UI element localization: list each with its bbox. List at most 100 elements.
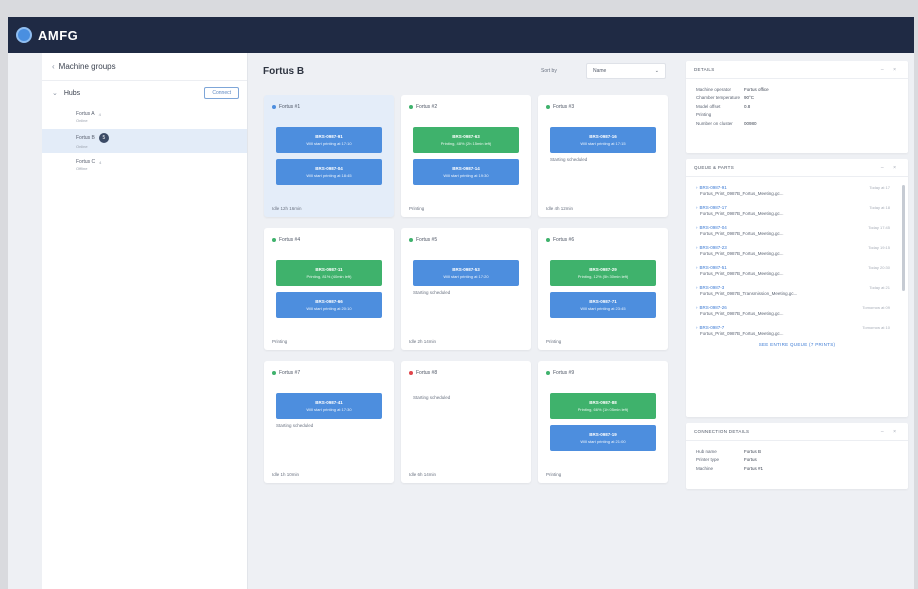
sort-label: Sort by xyxy=(541,68,557,74)
machine-card[interactable]: Fortus #6 BRS-0987-29 Printing, 12% (5h 30… xyxy=(538,228,668,350)
print-job-block[interactable]: BRS-0987-16 Will start printing at 17:15 xyxy=(550,127,656,153)
sidebar-item-status: Online xyxy=(76,118,88,123)
sidebar-header[interactable]: ‹ Machine groups xyxy=(42,53,247,81)
machine-card[interactable]: Fortus #1 BRS-0987-91 Will start printing … xyxy=(264,95,394,217)
sidebar-item-status: Online xyxy=(76,144,88,149)
queue-item-id[interactable]: BRS-0987-91 xyxy=(700,185,727,190)
machine-name: Fortus #9 xyxy=(553,370,575,376)
print-job-id: BRS-0987-11 xyxy=(315,267,343,272)
details-panel: DETAILS – × Machine operator Fortus offic… xyxy=(686,61,908,153)
queue-item[interactable]: › BRS-0987-91 Fortus_Print_0987B_Fortus_Me… xyxy=(686,180,908,200)
sort-select[interactable]: Name ⌄ xyxy=(586,63,666,79)
machine-name: Fortus #7 xyxy=(279,370,301,376)
queue-item-id[interactable]: BRS-0987-04 xyxy=(700,225,727,230)
queue-item[interactable]: › BRS-0987-17 Fortus_Print_0987B_Fortus_Me… xyxy=(686,200,908,220)
panel-header: CONNECTION DETAILS – × xyxy=(686,423,908,441)
print-job-block[interactable]: BRS-0987-53 Will start printing at 17:20 xyxy=(413,260,519,286)
chevron-right-icon[interactable]: › xyxy=(696,185,698,190)
queue-item-id[interactable]: BRS-0987-51 xyxy=(700,265,727,270)
print-job-block[interactable]: BRS-0987-66 Will start printing at 20:10 xyxy=(276,292,382,318)
queue-item-id[interactable]: BRS-0987-23 xyxy=(700,245,727,250)
queue-item-id[interactable]: BRS-0987-17 xyxy=(700,205,727,210)
print-job-status: Will start printing at 21:00 xyxy=(580,439,626,444)
print-job-block[interactable]: BRS-0987-29 Printing, 12% (5h 30min left) xyxy=(550,260,656,286)
print-job-block[interactable]: BRS-0987-71 Will start printing at 23:45 xyxy=(550,292,656,318)
chevron-right-icon[interactable]: › xyxy=(696,225,698,230)
queue-item[interactable]: › BRS-0987-26 Fortus_Print_0987B_Fortus_Me… xyxy=(686,300,908,320)
sidebar-item-fortus-b[interactable]: Fortus B 5 Online xyxy=(42,129,247,153)
sidebar-item-count: 4 xyxy=(98,111,101,117)
chevron-down-icon[interactable]: ⌄ xyxy=(52,90,58,97)
machine-card-footer: Idle 6h 14min xyxy=(409,472,437,477)
connect-button[interactable]: Connect xyxy=(204,87,239,99)
status-dot-icon xyxy=(409,371,413,375)
queue-scrollbar[interactable] xyxy=(902,185,905,291)
detail-row: Chamber temperature 90°C xyxy=(686,94,908,103)
sidebar-item-label-row: Fortus B 5 xyxy=(76,133,247,143)
machine-card-header: Fortus #9 xyxy=(546,370,574,376)
queue-item-id[interactable]: BRS-0987-26 xyxy=(700,305,727,310)
panel-title: DETAILS xyxy=(694,67,715,72)
queue-item-file: Fortus_Print_0987B_Fortus_Meeting.gc... xyxy=(700,250,784,256)
queue-item[interactable]: › BRS-0987-7 Fortus_Print_0987B_Fortus_Mee… xyxy=(686,320,908,340)
machine-card[interactable]: Fortus #5 BRS-0987-53 Will start printing … xyxy=(401,228,531,350)
detail-row: Number on cluster 00980 xyxy=(686,119,908,128)
chevron-right-icon[interactable]: › xyxy=(696,245,698,250)
print-job-block[interactable]: BRS-0987-41 Will start printing at 17:30 xyxy=(276,393,382,419)
connection-value: Fortus B xyxy=(744,448,762,454)
machine-card[interactable]: Fortus #4 BRS-0987-11 Printing, 81% (40min… xyxy=(264,228,394,350)
queue-item-file: Fortus_Print_0987B_Fortus_Meeting.gc... xyxy=(700,230,784,236)
machine-name: Fortus #8 xyxy=(416,370,438,376)
queue-item-id[interactable]: BRS-0987-7 xyxy=(700,325,725,330)
queue-item-id-row: › BRS-0987-17 xyxy=(696,205,894,210)
queue-item-id-row: › BRS-0987-23 xyxy=(696,245,894,250)
chevron-right-icon[interactable]: › xyxy=(696,305,698,310)
print-job-block[interactable]: BRS-0987-19 Will start printing at 21:00 xyxy=(550,425,656,451)
connection-row: Hub name Fortus B xyxy=(686,447,908,456)
machine-name: Fortus #2 xyxy=(416,104,438,110)
sidebar-title: Machine groups xyxy=(58,62,116,71)
print-job-block[interactable]: BRS-0987-11 Printing, 81% (40min left) xyxy=(276,260,382,286)
sidebar-item-fortus-c[interactable]: Fortus C 4 Offline xyxy=(42,153,247,177)
panel-controls-icon[interactable]: – × xyxy=(881,67,900,73)
queue-item[interactable]: › BRS-0987-23 Fortus_Print_0987B_Fortus_Me… xyxy=(686,240,908,260)
print-job-id: BRS-0987-19 xyxy=(589,432,617,437)
queue-item-id[interactable]: BRS-0987-3 xyxy=(700,285,725,290)
panel-controls-icon[interactable]: – × xyxy=(881,165,900,171)
sidebar-item-fortus-a[interactable]: Fortus A 4 Online xyxy=(42,105,247,129)
machine-card[interactable]: Fortus #3 BRS-0987-16 Will start printing … xyxy=(538,95,668,217)
print-job-status: Printing, 66% (1h 05min left) xyxy=(577,407,629,412)
queue-item[interactable]: › BRS-0987-3 Fortus_Print_0987B_Transmissi… xyxy=(686,280,908,300)
status-dot-icon xyxy=(272,371,276,375)
print-job-status: Printing, 48% (2h 15min left) xyxy=(440,141,492,146)
print-job-block[interactable]: BRS-0987-91 Will start printing at 17:10 xyxy=(276,127,382,153)
queue-item[interactable]: › BRS-0987-51 Fortus_Print_0987B_Fortus_Me… xyxy=(686,260,908,280)
print-job-block[interactable]: BRS-0987-04 Will start printing at 18:45 xyxy=(276,159,382,185)
machine-card[interactable]: Fortus #7 BRS-0987-41 Will start printing … xyxy=(264,361,394,483)
panel-header: QUEUE & PARTS – × xyxy=(686,159,908,177)
chevron-right-icon[interactable]: › xyxy=(696,265,698,270)
sidebar-group-hubs[interactable]: ⌄ Hubs Connect xyxy=(42,81,247,105)
panel-controls-icon[interactable]: – × xyxy=(881,429,900,435)
machine-card-header: Fortus #4 xyxy=(272,237,300,243)
print-job-block[interactable]: BRS-0987-14 Will start printing at 19:30 xyxy=(413,159,519,185)
status-dot-icon xyxy=(409,105,413,109)
queue-list: › BRS-0987-91 Fortus_Print_0987B_Fortus_Me… xyxy=(686,177,908,340)
queue-item-time: Today 19:15 xyxy=(868,245,890,250)
see-entire-queue-link[interactable]: SEE ENTIRE QUEUE (7 PRINTS) xyxy=(686,342,908,347)
chevron-right-icon[interactable]: › xyxy=(696,285,698,290)
chevron-left-icon[interactable]: ‹ xyxy=(52,62,55,71)
machine-card[interactable]: Fortus #8 Starting scheduled Idle 6h 14min xyxy=(401,361,531,483)
machine-card[interactable]: Fortus #9 BRS-0987-88 Printing, 66% (1h 05… xyxy=(538,361,668,483)
chevron-right-icon[interactable]: › xyxy=(696,205,698,210)
print-job-block[interactable]: BRS-0987-88 Printing, 66% (1h 05min left) xyxy=(550,393,656,419)
machine-card-header: Fortus #1 xyxy=(272,104,300,110)
machine-name: Fortus #4 xyxy=(279,237,301,243)
queue-item-id-row: › BRS-0987-3 xyxy=(696,285,894,290)
print-job-block[interactable]: BRS-0987-63 Printing, 48% (2h 15min left) xyxy=(413,127,519,153)
queue-item[interactable]: › BRS-0987-04 Fortus_Print_0987B_Fortus_Me… xyxy=(686,220,908,240)
panel-title: CONNECTION DETAILS xyxy=(694,429,750,434)
chevron-right-icon[interactable]: › xyxy=(696,325,698,330)
detail-row: Printing xyxy=(686,111,908,120)
machine-card[interactable]: Fortus #2 BRS-0987-63 Printing, 48% (2h 15… xyxy=(401,95,531,217)
